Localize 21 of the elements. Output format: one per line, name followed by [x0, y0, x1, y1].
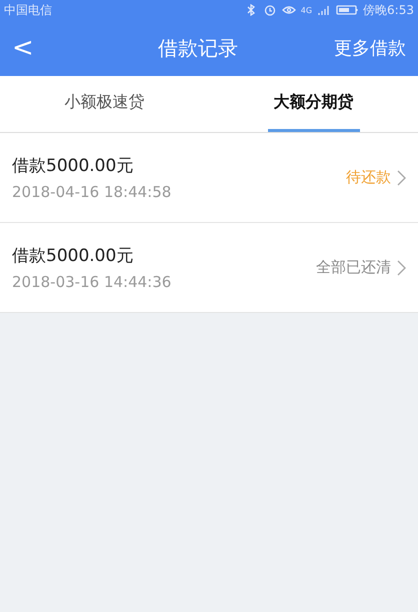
loan-record-row[interactable]: 借款5000.00元 2018-04-16 18:44:58 待还款 [0, 133, 418, 223]
more-loans-link[interactable]: 更多借款 [334, 36, 406, 60]
carrier-name: 中国电信 [4, 2, 52, 18]
loan-record-row[interactable]: 借款5000.00元 2018-03-16 14:44:36 全部已还清 [0, 223, 418, 313]
chevron-right-icon [397, 260, 406, 276]
tab[interactable]: 小额极速贷 [58, 76, 150, 132]
loan-status: 待还款 [346, 168, 391, 187]
signal-icon [317, 4, 332, 16]
battery-icon [336, 4, 358, 16]
loan-status: 全部已还清 [316, 258, 391, 277]
alarm-icon [262, 4, 277, 16]
chevron-right-icon [397, 170, 406, 186]
page-title: 借款记录 [157, 34, 239, 62]
loan-time: 2018-03-16 14:44:36 [12, 273, 172, 291]
loan-time: 2018-04-16 18:44:58 [12, 183, 172, 201]
clock-time: 傍晚6:53 [363, 2, 414, 18]
back-button[interactable]: < [12, 35, 62, 61]
network-label: 4G [300, 6, 312, 14]
eye-icon [282, 4, 296, 16]
loan-amount: 借款5000.00元 [12, 155, 134, 177]
loan-amount: 借款5000.00元 [12, 245, 134, 267]
